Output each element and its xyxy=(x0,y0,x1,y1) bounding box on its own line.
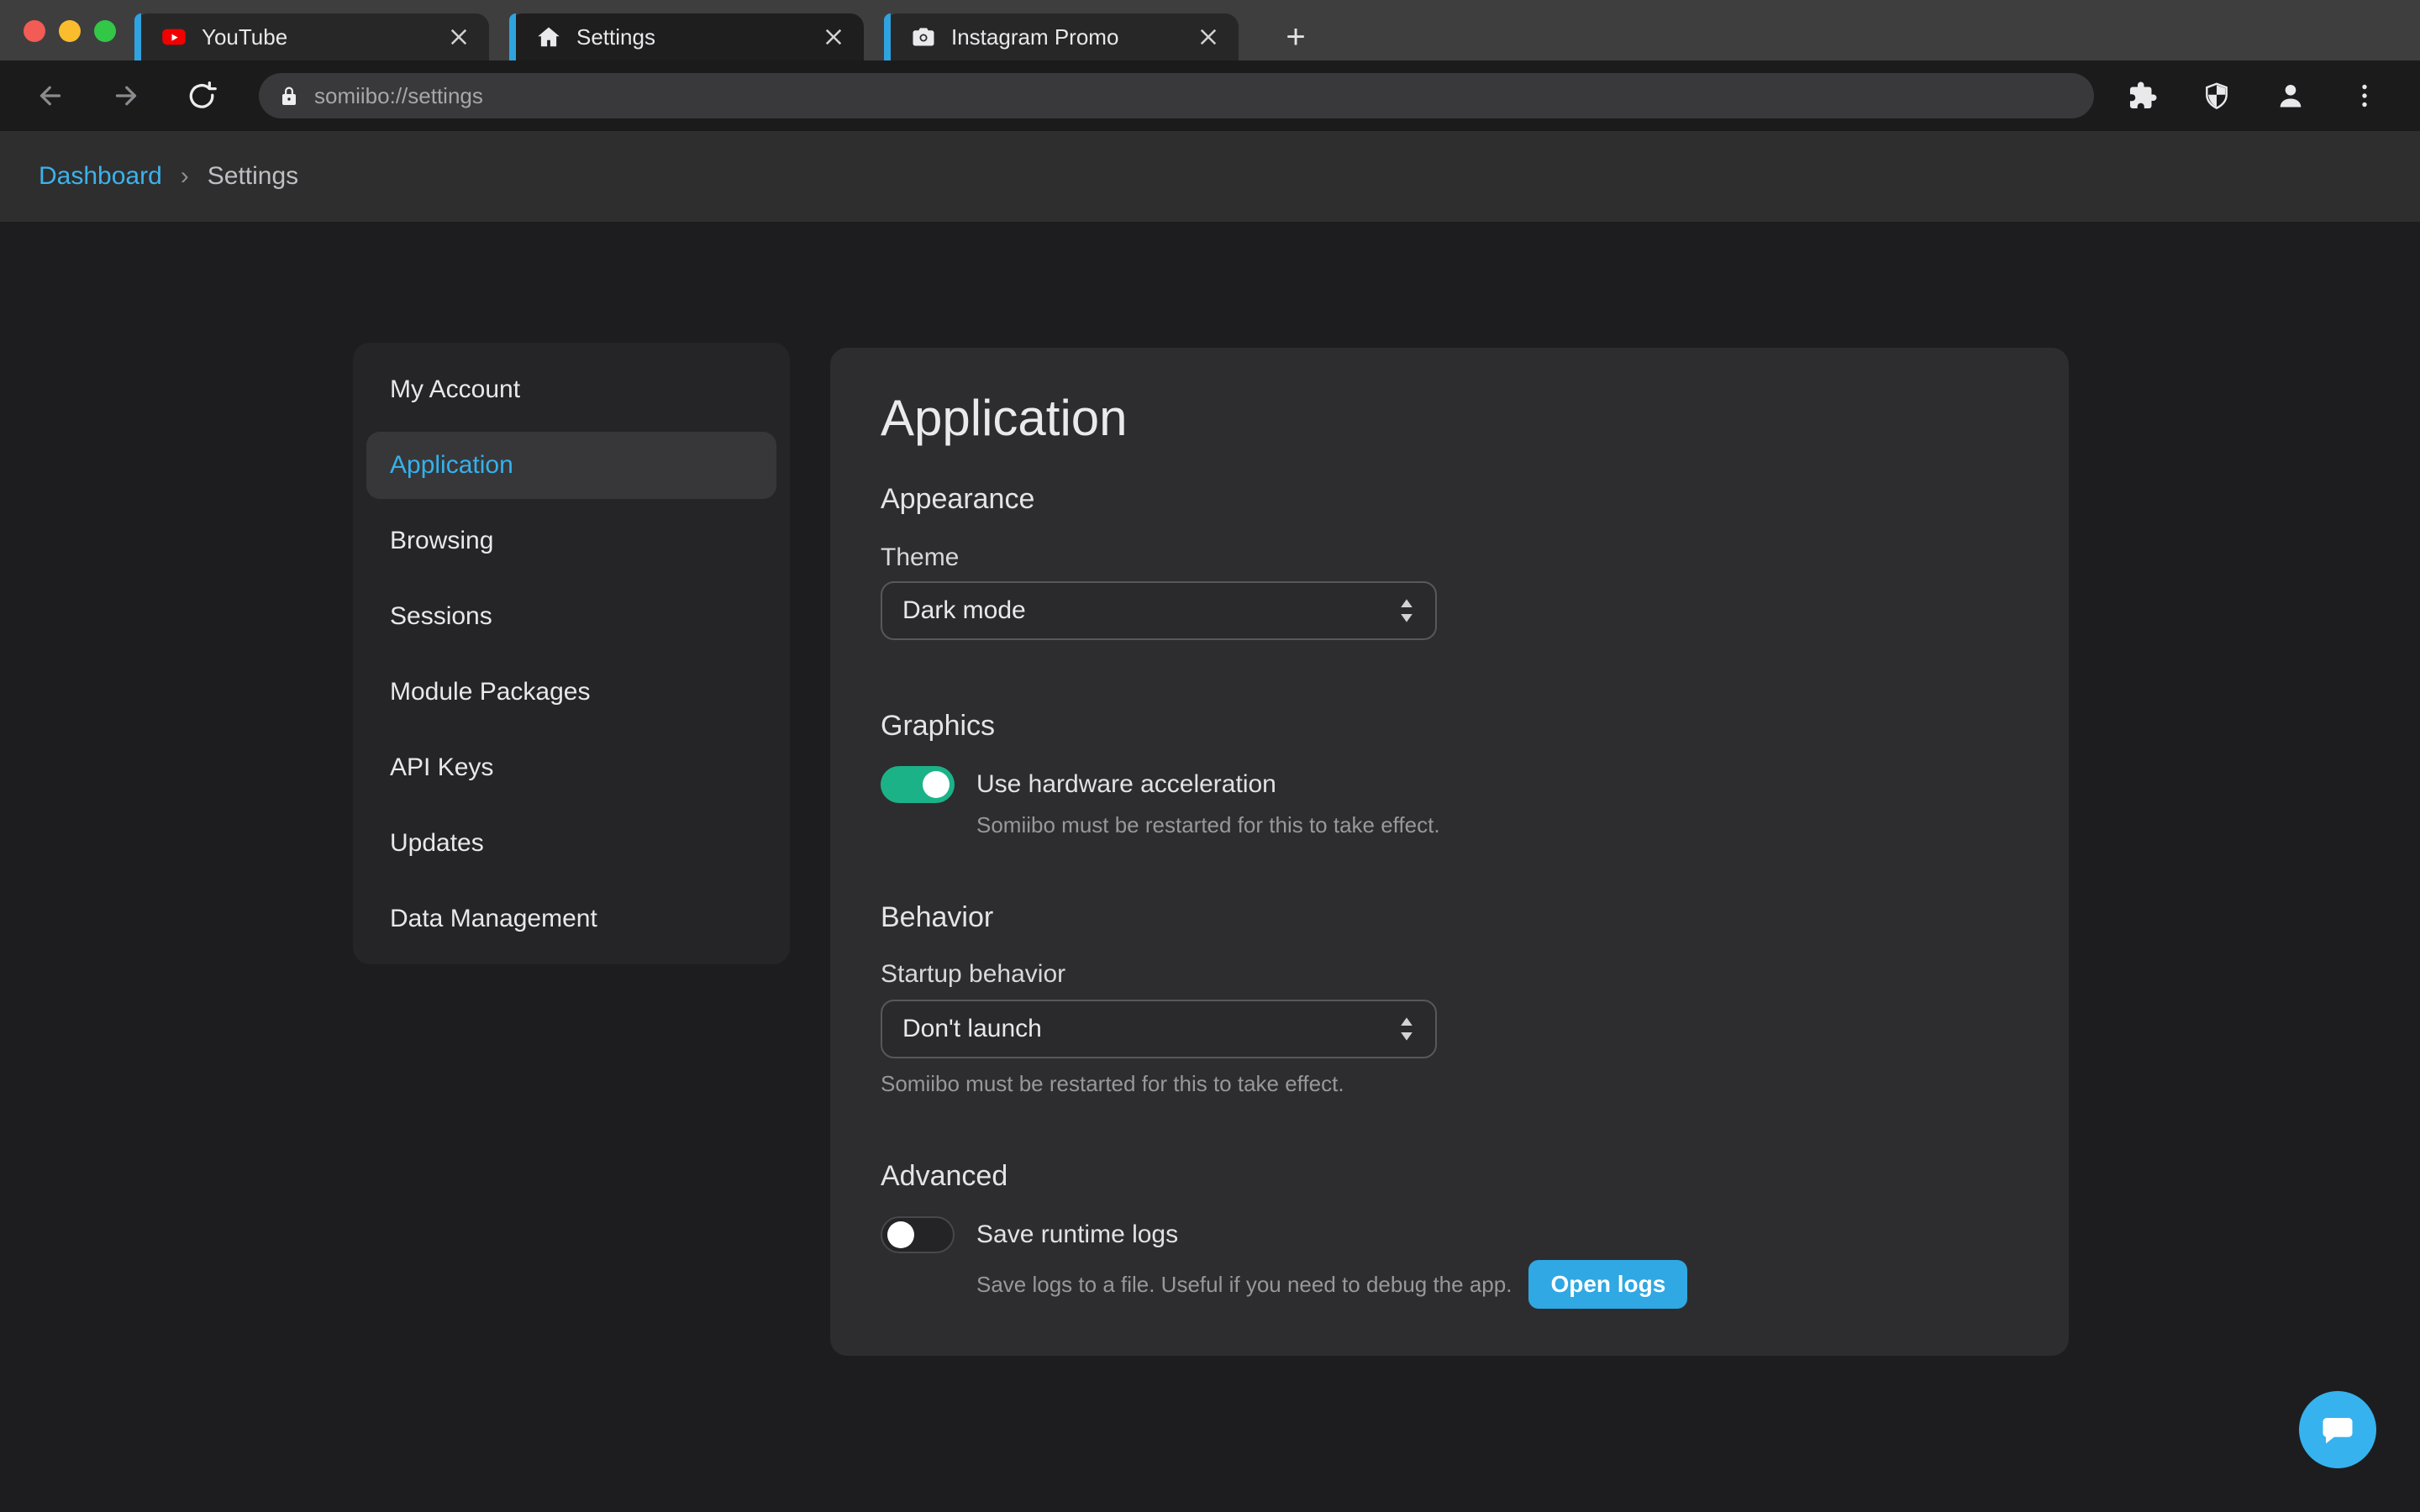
startup-behavior-caption: Somiibo must be restarted for this to ta… xyxy=(881,1068,2018,1099)
zoom-window-button[interactable] xyxy=(94,20,116,42)
camera-icon xyxy=(911,24,936,50)
tab-strip: YouTube Settings Ins xyxy=(134,13,1319,60)
profile-icon[interactable] xyxy=(2275,81,2306,111)
tab-label: Settings xyxy=(576,24,822,50)
back-button[interactable] xyxy=(35,81,66,111)
tab-accent-bar xyxy=(884,13,891,60)
open-logs-button[interactable]: Open logs xyxy=(1528,1260,1687,1309)
sidebar-item-sessions[interactable]: Sessions xyxy=(366,583,776,650)
toggle-knob xyxy=(923,771,950,798)
youtube-icon xyxy=(161,24,187,50)
sidebar-item-api-keys[interactable]: API Keys xyxy=(366,734,776,801)
section-heading-behavior: Behavior xyxy=(881,899,2018,936)
section-heading-advanced: Advanced xyxy=(881,1158,2018,1194)
settings-sidebar: My Account Application Browsing Sessions… xyxy=(353,343,790,964)
theme-label: Theme xyxy=(881,541,2018,575)
sidebar-item-updates[interactable]: Updates xyxy=(366,810,776,877)
tab-settings[interactable]: Settings xyxy=(509,13,864,60)
hardware-acceleration-caption: Somiibo must be restarted for this to ta… xyxy=(976,810,2018,840)
breadcrumb-current: Settings xyxy=(208,162,298,191)
tab-accent-bar xyxy=(509,13,516,60)
home-icon xyxy=(536,24,561,50)
application-settings-panel: Application Appearance Theme Dark mode G… xyxy=(830,348,2069,1356)
sidebar-item-browsing[interactable]: Browsing xyxy=(366,507,776,575)
save-logs-caption: Save logs to a file. Useful if you need … xyxy=(976,1269,1512,1299)
save-runtime-logs-row: Save runtime logs xyxy=(881,1216,2018,1253)
close-tab-icon[interactable] xyxy=(447,25,471,49)
lock-icon xyxy=(279,85,299,107)
select-arrows-icon xyxy=(1398,597,1415,624)
browser-toolbar: somiibo://settings xyxy=(0,60,2420,131)
forward-button[interactable] xyxy=(111,81,141,111)
app-window: YouTube Settings Ins xyxy=(0,0,2420,1512)
save-runtime-logs-toggle[interactable] xyxy=(881,1216,955,1253)
startup-behavior-select[interactable]: Don't launch xyxy=(881,1000,1437,1058)
tab-label: Instagram Promo xyxy=(951,24,1197,50)
section-heading-appearance: Appearance xyxy=(881,480,2018,517)
startup-behavior-select-value: Don't launch xyxy=(902,1015,1398,1043)
hardware-acceleration-label: Use hardware acceleration xyxy=(976,770,1276,799)
breadcrumb-link-dashboard[interactable]: Dashboard xyxy=(39,162,162,191)
save-runtime-logs-label: Save runtime logs xyxy=(976,1221,1178,1249)
minimize-window-button[interactable] xyxy=(59,20,81,42)
close-tab-icon[interactable] xyxy=(822,25,845,49)
tab-accent-bar xyxy=(134,13,141,60)
sidebar-item-module-packages[interactable]: Module Packages xyxy=(366,659,776,726)
close-tab-icon[interactable] xyxy=(1197,25,1220,49)
page-title: Application xyxy=(881,388,2018,449)
logs-caption-row: Save logs to a file. Useful if you need … xyxy=(976,1260,2018,1309)
extensions-icon[interactable] xyxy=(2128,81,2158,111)
theme-select[interactable]: Dark mode xyxy=(881,581,1437,640)
chat-fab-button[interactable] xyxy=(2299,1391,2376,1468)
breadcrumb: Dashboard › Settings xyxy=(0,131,2420,222)
url-text: somiibo://settings xyxy=(314,83,483,109)
toolbar-action-icons xyxy=(2128,81,2380,111)
sidebar-item-my-account[interactable]: My Account xyxy=(366,356,776,423)
menu-kebab-icon[interactable] xyxy=(2349,81,2380,111)
url-bar[interactable]: somiibo://settings xyxy=(259,73,2094,118)
sidebar-item-application[interactable]: Application xyxy=(366,432,776,499)
hardware-acceleration-toggle[interactable] xyxy=(881,766,955,803)
tab-label: YouTube xyxy=(202,24,447,50)
settings-page: My Account Application Browsing Sessions… xyxy=(0,222,2420,1512)
tab-youtube[interactable]: YouTube xyxy=(134,13,489,60)
section-heading-graphics: Graphics xyxy=(881,707,2018,744)
new-tab-button[interactable]: + xyxy=(1272,13,1319,60)
tab-instagram-promo[interactable]: Instagram Promo xyxy=(884,13,1239,60)
theme-select-value: Dark mode xyxy=(902,596,1398,625)
breadcrumb-separator: › xyxy=(181,162,189,191)
shield-icon[interactable] xyxy=(2202,81,2232,111)
hardware-acceleration-row: Use hardware acceleration xyxy=(881,766,2018,803)
traffic-lights xyxy=(24,20,116,42)
sidebar-item-data-management[interactable]: Data Management xyxy=(366,885,776,953)
select-arrows-icon xyxy=(1398,1016,1415,1042)
reload-button[interactable] xyxy=(187,81,217,111)
close-window-button[interactable] xyxy=(24,20,45,42)
startup-behavior-label: Startup behavior xyxy=(881,958,2018,991)
toggle-knob xyxy=(887,1221,914,1248)
chat-bubble-icon xyxy=(2320,1412,2355,1447)
window-chrome: YouTube Settings Ins xyxy=(0,0,2420,60)
